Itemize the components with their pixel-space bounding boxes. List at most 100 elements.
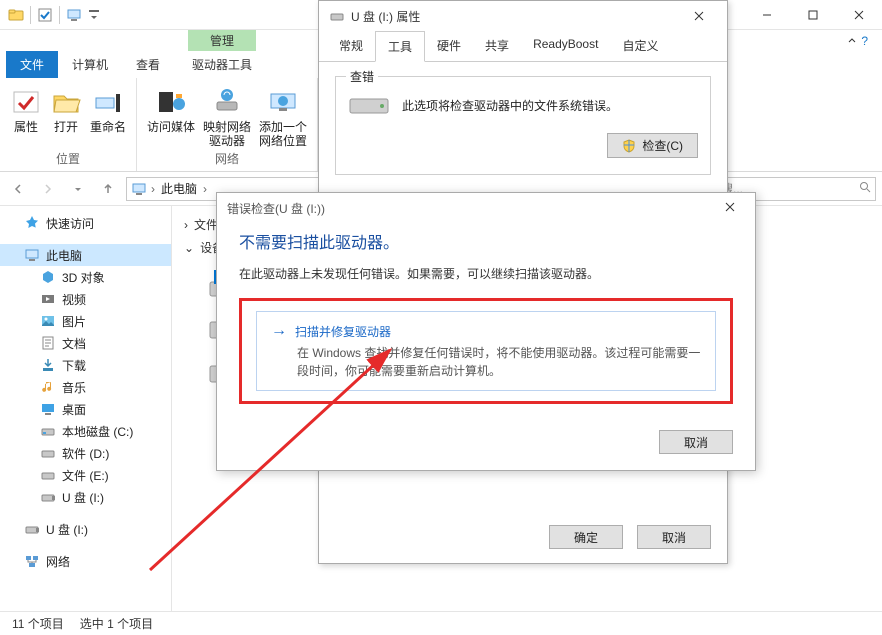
ribbon-add-network-location[interactable]: 添加一个 网络位置 — [259, 82, 307, 148]
nav-3d-objects[interactable]: 3D 对象 — [0, 266, 171, 288]
drive-icon — [40, 467, 56, 483]
computer-icon — [24, 247, 40, 263]
ribbon-map-drive[interactable]: 映射网络 驱动器 — [203, 82, 251, 148]
nav-back-button[interactable] — [6, 177, 30, 201]
dialog-titlebar: 错误检查(U 盘 (I:)) — [217, 193, 755, 223]
tab-general[interactable]: 常规 — [327, 31, 375, 61]
quick-access-toolbar — [0, 6, 110, 24]
tab-view[interactable]: 查看 — [122, 51, 174, 78]
music-icon — [40, 379, 56, 395]
star-icon — [24, 215, 40, 231]
close-button[interactable] — [836, 0, 882, 30]
status-bar: 11 个项目 选中 1 个项目 — [0, 611, 882, 635]
download-icon — [40, 357, 56, 373]
arrow-right-icon: → — [271, 322, 287, 340]
dialog-footer: 确定 取消 — [319, 515, 727, 563]
minimize-button[interactable] — [744, 0, 790, 30]
nav-pane: 快速访问 此电脑 3D 对象 视频 图片 文档 下载 音乐 桌面 本地磁盘 (C… — [0, 206, 172, 611]
video-icon — [40, 291, 56, 307]
close-button[interactable] — [715, 201, 745, 215]
ribbon-access-media[interactable]: 访问媒体 — [147, 82, 195, 134]
highlight-annotation: → 扫描并修复驱动器 在 Windows 查找并修复任何错误时，将不能使用驱动器… — [239, 298, 733, 404]
cancel-button[interactable]: 取消 — [637, 525, 711, 549]
breadcrumb-item[interactable]: 此电脑 — [159, 180, 199, 197]
scan-repair-option[interactable]: → 扫描并修复驱动器 在 Windows 查找并修复任何错误时，将不能使用驱动器… — [256, 311, 716, 391]
error-checking-group: 查错 此选项将检查驱动器中的文件系统错误。 检查(C) — [335, 76, 711, 175]
status-selection: 选中 1 个项目 — [80, 615, 153, 632]
nav-history-button[interactable] — [66, 177, 90, 201]
nav-network[interactable]: 网络 — [0, 550, 171, 572]
dialog-tabs: 常规 工具 硬件 共享 ReadyBoost 自定义 — [319, 31, 727, 62]
nav-drive-c[interactable]: 本地磁盘 (C:) — [0, 420, 171, 442]
nav-quick-access[interactable]: 快速访问 — [0, 212, 171, 234]
ribbon-group-network: 访问媒体 映射网络 驱动器 添加一个 网络位置 网络 — [137, 78, 318, 171]
desktop-icon — [40, 401, 56, 417]
ribbon-properties[interactable]: 属性 — [10, 82, 42, 134]
usb-icon — [24, 521, 40, 537]
nav-this-pc[interactable]: 此电脑 — [0, 244, 171, 266]
drive-icon — [40, 445, 56, 461]
media-icon — [155, 86, 187, 118]
context-tab-header: 管理 — [188, 30, 256, 51]
cancel-button[interactable]: 取消 — [659, 430, 733, 454]
document-icon — [40, 335, 56, 351]
tab-file[interactable]: 文件 — [6, 51, 58, 78]
tab-tools[interactable]: 工具 — [375, 31, 425, 62]
map-drive-icon — [211, 86, 243, 118]
drive-icon — [40, 423, 56, 439]
nav-drive-i[interactable]: U 盘 (I:) — [0, 486, 171, 508]
ribbon-collapse-button[interactable] — [847, 36, 857, 46]
nav-up-button[interactable] — [96, 177, 120, 201]
chevron-down-icon: ⌄ — [184, 241, 194, 255]
qat-computer-icon[interactable] — [66, 7, 82, 23]
drive-icon — [348, 91, 390, 119]
tab-drive-tools[interactable]: 驱动器工具 — [178, 51, 266, 78]
nav-desktop[interactable]: 桌面 — [0, 398, 171, 420]
nav-music[interactable]: 音乐 — [0, 376, 171, 398]
nav-documents[interactable]: 文档 — [0, 332, 171, 354]
ok-button[interactable]: 确定 — [549, 525, 623, 549]
shield-icon — [622, 139, 636, 153]
close-button[interactable] — [681, 3, 717, 29]
folder-icon — [8, 7, 24, 23]
usb-icon — [40, 489, 56, 505]
nav-drive-d[interactable]: 软件 (D:) — [0, 442, 171, 464]
maximize-button[interactable] — [790, 0, 836, 30]
tab-readyboost[interactable]: ReadyBoost — [521, 31, 610, 61]
window-buttons — [744, 0, 882, 30]
chevron-right-icon[interactable]: › — [203, 182, 207, 196]
chevron-right-icon[interactable]: › — [151, 182, 155, 196]
folder-open-icon — [50, 86, 82, 118]
cube-icon — [40, 269, 56, 285]
tab-hardware[interactable]: 硬件 — [425, 31, 473, 61]
dialog-heading: 不需要扫描此驱动器。 — [239, 229, 733, 253]
qat-dropdown-icon[interactable] — [86, 7, 102, 23]
nav-forward-button[interactable] — [36, 177, 60, 201]
ribbon-group-location: 属性 打开 重命名 位置 — [0, 78, 137, 171]
tab-computer[interactable]: 计算机 — [58, 51, 122, 78]
chevron-right-icon: › — [184, 218, 188, 232]
ribbon-open[interactable]: 打开 — [50, 82, 82, 134]
check-button[interactable]: 检查(C) — [607, 133, 698, 158]
dialog-titlebar: U 盘 (I:) 属性 — [319, 1, 727, 31]
checkmark-icon — [10, 86, 42, 118]
network-location-icon — [267, 86, 299, 118]
nav-drive-e[interactable]: 文件 (E:) — [0, 464, 171, 486]
help-button[interactable]: ? — [861, 34, 868, 48]
error-check-dialog: 错误检查(U 盘 (I:)) 不需要扫描此驱动器。 在此驱动器上未发现任何错误。… — [216, 192, 756, 471]
computer-icon — [131, 181, 147, 197]
search-icon — [859, 181, 871, 196]
tab-custom[interactable]: 自定义 — [610, 31, 670, 61]
usb-icon — [329, 8, 345, 24]
status-item-count: 11 个项目 — [12, 615, 64, 632]
picture-icon — [40, 313, 56, 329]
nav-videos[interactable]: 视频 — [0, 288, 171, 310]
qat-check-icon[interactable] — [37, 7, 53, 23]
tab-share[interactable]: 共享 — [473, 31, 521, 61]
dialog-message: 在此驱动器上未发现任何错误。如果需要，可以继续扫描该驱动器。 — [239, 265, 733, 282]
network-icon — [24, 553, 40, 569]
nav-usb-root[interactable]: U 盘 (I:) — [0, 518, 171, 540]
nav-downloads[interactable]: 下载 — [0, 354, 171, 376]
nav-pictures[interactable]: 图片 — [0, 310, 171, 332]
ribbon-rename[interactable]: 重命名 — [90, 82, 126, 134]
